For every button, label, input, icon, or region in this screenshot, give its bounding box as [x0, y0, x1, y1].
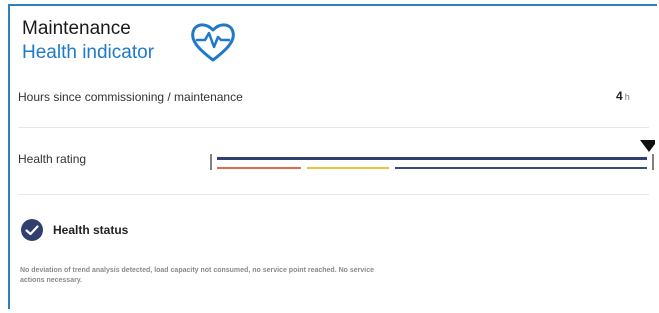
hours-unit: h: [624, 92, 630, 102]
hours-number: 4: [616, 89, 623, 103]
check-circle-icon: [21, 219, 43, 241]
hours-value: 4h: [616, 89, 630, 103]
health-status-description: No deviation of trend analysis detected,…: [20, 267, 374, 284]
health-rating-bar: [217, 157, 647, 160]
health-rating-gauge: [210, 140, 655, 170]
panel-title: Maintenance: [22, 18, 131, 39]
panel-subtitle: Health indicator: [22, 42, 155, 63]
heart-pulse-icon: [191, 23, 235, 62]
divider: [18, 194, 649, 195]
divider: [18, 127, 649, 128]
health-status-label: Health status: [53, 223, 129, 237]
health-rating-label: Health rating: [18, 152, 87, 166]
hours-label: Hours since commissioning / maintenance: [18, 90, 243, 104]
health-rating-marker: [640, 140, 655, 152]
